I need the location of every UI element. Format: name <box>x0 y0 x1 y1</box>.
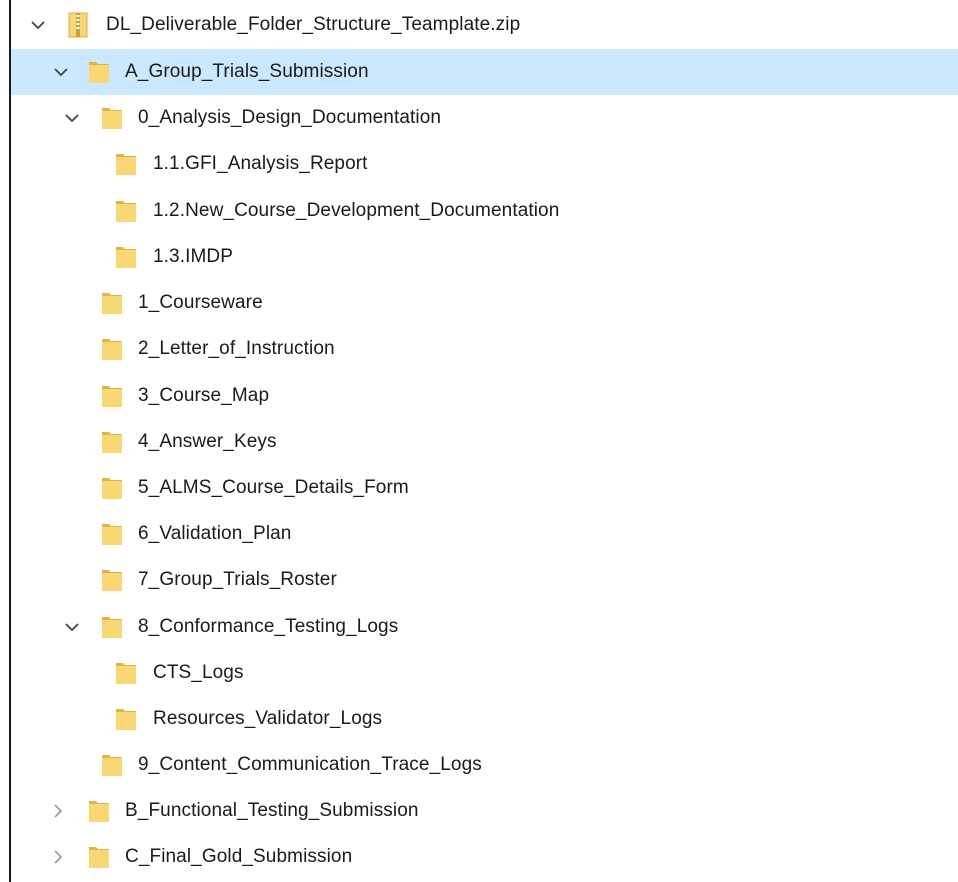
folder-icon <box>102 755 122 776</box>
folder-icon <box>116 709 136 730</box>
tree-item-label: 2_Letter_of_Instruction <box>138 338 335 359</box>
tree-item-label: 9_Content_Communication_Trace_Logs <box>138 754 482 775</box>
tree-item-b-functional-testing-submission[interactable]: B_Functional_Testing_Submission <box>11 788 958 834</box>
tree-item-4-answer-keys[interactable]: 4_Answer_Keys <box>11 419 958 465</box>
folder-icon <box>102 386 122 407</box>
chevron-down-icon[interactable] <box>62 617 82 637</box>
folder-icon <box>89 801 109 822</box>
folder-icon <box>102 108 122 129</box>
folder-icon <box>102 293 122 314</box>
tree-item-label: 0_Analysis_Design_Documentation <box>138 107 442 128</box>
tree-item-root-zip[interactable]: DL_Deliverable_Folder_Structure_Teamplat… <box>11 2 958 48</box>
tree-item-9-content-communication-trace-logs[interactable]: 9_Content_Communication_Trace_Logs <box>11 742 958 788</box>
tree-item-label: CTS_Logs <box>153 662 244 683</box>
zip-folder-icon <box>68 12 88 38</box>
folder-icon <box>116 201 136 222</box>
tree-item-3-course-map[interactable]: 3_Course_Map <box>11 373 958 419</box>
folder-icon <box>102 339 122 360</box>
tree-item-6-validation-plan[interactable]: 6_Validation_Plan <box>11 511 958 557</box>
chevron-down-icon[interactable] <box>62 108 82 128</box>
tree-item-label: 1.3.IMDP <box>153 246 233 267</box>
explorer-navigation-pane: DL_Deliverable_Folder_Structure_Teamplat… <box>9 0 958 882</box>
folder-icon <box>89 62 109 83</box>
tree-item-label: 1.2.New_Course_Development_Documentation <box>153 200 560 221</box>
tree-item-label: 7_Group_Trials_Roster <box>138 569 337 590</box>
tree-item-label: DL_Deliverable_Folder_Structure_Teamplat… <box>106 14 521 35</box>
folder-icon <box>102 478 122 499</box>
chevron-right-icon[interactable] <box>48 801 68 821</box>
tree-item-label: 8_Conformance_Testing_Logs <box>138 616 399 637</box>
folder-icon <box>89 847 109 868</box>
tree-item-1-1-gfi-analysis-report[interactable]: 1.1.GFI_Analysis_Report <box>11 141 958 187</box>
tree-item-2-letter-of-instruction[interactable]: 2_Letter_of_Instruction <box>11 326 958 372</box>
tree-item-label: 1_Courseware <box>138 292 263 313</box>
tree-item-label: 5_ALMS_Course_Details_Form <box>138 477 409 498</box>
tree-item-7-group-trials-roster[interactable]: 7_Group_Trials_Roster <box>11 557 958 603</box>
tree-item-label: A_Group_Trials_Submission <box>125 61 369 82</box>
tree-item-8-conformance-testing-logs[interactable]: 8_Conformance_Testing_Logs <box>11 604 958 650</box>
chevron-down-icon[interactable] <box>28 15 48 35</box>
tree-item-label: Resources_Validator_Logs <box>153 708 383 729</box>
folder-icon <box>116 154 136 175</box>
folder-icon <box>102 617 122 638</box>
tree-item-a-group-trials-submission[interactable]: A_Group_Trials_Submission <box>11 49 958 95</box>
tree-item-label: 4_Answer_Keys <box>138 431 277 452</box>
tree-item-5-alms-course-details-form[interactable]: 5_ALMS_Course_Details_Form <box>11 465 958 511</box>
folder-icon <box>116 663 136 684</box>
chevron-right-icon[interactable] <box>48 847 68 867</box>
tree-item-label: C_Final_Gold_Submission <box>125 846 353 867</box>
folder-icon <box>102 524 122 545</box>
folder-icon <box>102 432 122 453</box>
tree-item-cts-logs[interactable]: CTS_Logs <box>11 650 958 696</box>
tree-item-label: 6_Validation_Plan <box>138 523 292 544</box>
chevron-down-icon[interactable] <box>51 62 71 82</box>
tree-item-1-2-new-course-development-documentation[interactable]: 1.2.New_Course_Development_Documentation <box>11 188 958 234</box>
folder-icon <box>116 247 136 268</box>
tree-item-0-analysis-design-documentation[interactable]: 0_Analysis_Design_Documentation <box>11 95 958 141</box>
tree-item-1-courseware[interactable]: 1_Courseware <box>11 280 958 326</box>
tree-item-label: 3_Course_Map <box>138 385 270 406</box>
folder-icon <box>102 570 122 591</box>
tree-item-1-3-imdp[interactable]: 1.3.IMDP <box>11 234 958 280</box>
tree-item-resources-validator-logs[interactable]: Resources_Validator_Logs <box>11 696 958 742</box>
tree-item-c-final-gold-submission[interactable]: C_Final_Gold_Submission <box>11 834 958 880</box>
tree-item-label: 1.1.GFI_Analysis_Report <box>153 153 368 174</box>
tree-item-label: B_Functional_Testing_Submission <box>125 800 419 821</box>
